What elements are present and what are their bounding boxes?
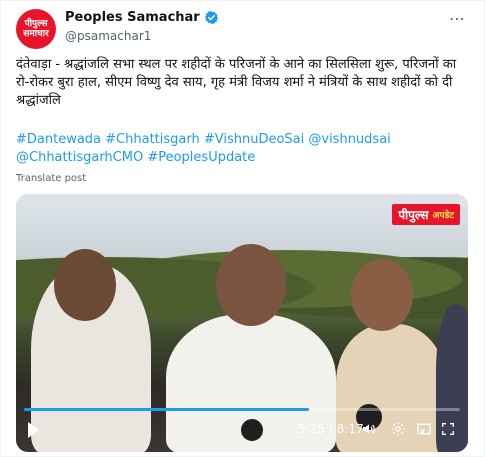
verified-icon	[204, 10, 218, 25]
fullscreen-icon[interactable]	[440, 421, 456, 441]
post-hashtags[interactable]: #Dantewada #Chhattisgarh #VishnuDeoSai @…	[16, 131, 471, 167]
author-name-row: Peoples Samachar	[65, 10, 219, 25]
gear-icon[interactable]	[390, 421, 406, 441]
avatar[interactable]: पीपुल्स समाचार	[16, 9, 56, 49]
avatar-text-2: समाचार	[23, 29, 49, 39]
video-progress-bar[interactable]	[24, 408, 460, 411]
volume-icon[interactable]	[361, 421, 377, 441]
badge-main-text: पीपुल्स	[398, 208, 429, 222]
video-person-center-head	[216, 244, 286, 326]
avatar-text-1: पीपुल्स	[24, 19, 48, 29]
video-time: 5:25 / 8:17	[298, 422, 364, 436]
more-icon[interactable]: ⋯	[449, 9, 466, 28]
duration: 8:17	[336, 422, 364, 436]
video-player[interactable]: पीपुल्स अपडेट 5:25 / 8:17	[16, 194, 468, 452]
video-person-left-head	[54, 249, 116, 321]
translate-post-link[interactable]: Translate post	[16, 173, 86, 184]
video-progress-fill	[24, 408, 310, 411]
current-time: 5:25	[298, 422, 325, 436]
author-name[interactable]: Peoples Samachar	[65, 10, 200, 25]
picture-in-picture-icon[interactable]	[416, 421, 432, 441]
post-card: पीपुल्स समाचार Peoples Samachar @psamach…	[0, 0, 485, 457]
play-icon[interactable]	[28, 422, 39, 438]
video-person-right-head	[351, 259, 413, 331]
post-text: दंतेवाड़ा - श्रद्धांजलि सभा स्थल पर शहीद…	[16, 57, 457, 108]
time-separator: /	[328, 422, 337, 436]
video-controls: 5:25 / 8:17	[16, 418, 468, 446]
author-handle[interactable]: @psamachar1	[65, 29, 151, 43]
badge-sub-text: अपडेट	[432, 211, 454, 221]
channel-logo-badge: पीपुल्स अपडेट	[392, 204, 460, 225]
